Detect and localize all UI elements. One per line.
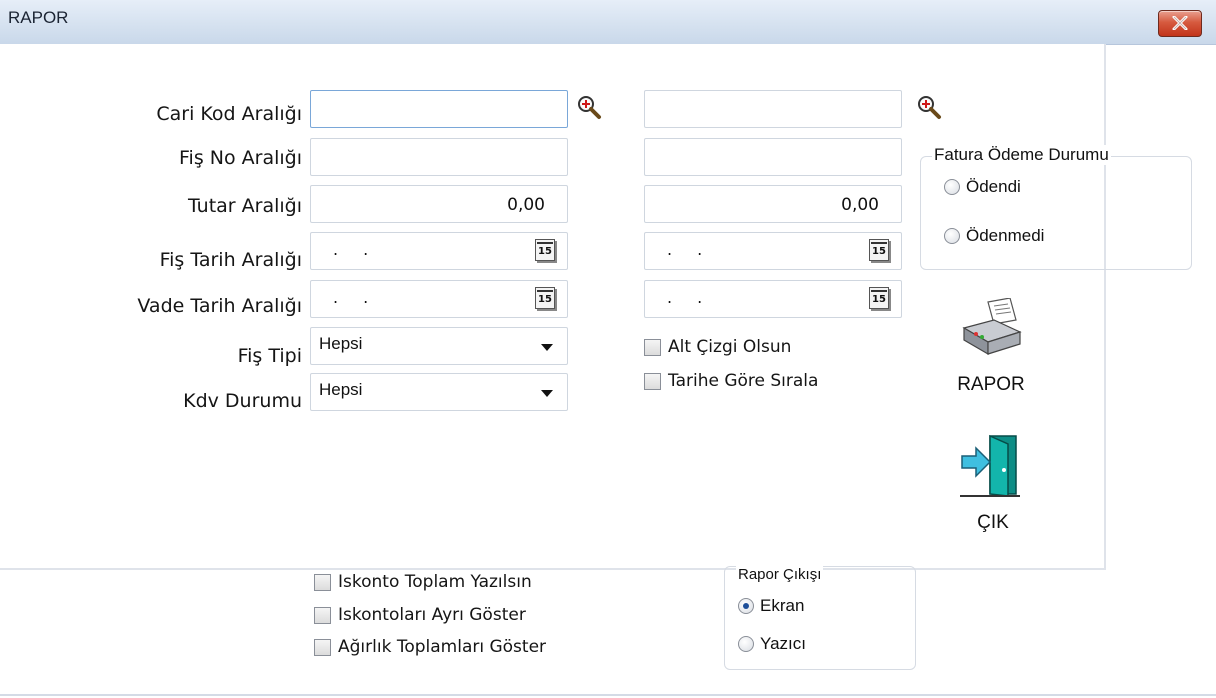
cari-kod-label: Cari Kod Aralığı: [156, 103, 302, 125]
iskonto-ayri-checkbox[interactable]: Iskontoları Ayrı Göster: [314, 605, 634, 629]
window-title: RAPOR: [8, 8, 69, 27]
calendar-icon[interactable]: 15: [535, 239, 555, 261]
calendar-icon[interactable]: 15: [535, 287, 555, 309]
agirlik-checkbox[interactable]: Ağırlık Toplamları Göster: [314, 637, 644, 661]
rapor-cikisi-title: Rapor Çıkışı: [736, 566, 824, 583]
calendar-icon[interactable]: 15: [869, 239, 889, 261]
chevron-down-icon: [541, 390, 553, 397]
radio-button[interactable]: [738, 598, 754, 614]
checkbox-box[interactable]: [314, 607, 331, 624]
title-bar: RAPOR: [0, 0, 1216, 45]
vade-tarih-label: Vade Tarih Aralığı: [137, 295, 302, 317]
close-button[interactable]: [1158, 10, 1202, 37]
calendar-icon[interactable]: 15: [869, 287, 889, 309]
bottom-divider: [0, 694, 1216, 696]
fis-no-to-input[interactable]: [644, 138, 902, 176]
checkbox-box[interactable]: [644, 339, 661, 356]
tarihe-gore-checkbox[interactable]: Tarihe Göre Sırala: [644, 371, 904, 395]
chevron-down-icon: [541, 344, 553, 351]
fis-no-label: Fiş No Aralığı: [179, 147, 302, 169]
vade-tarih-from-input[interactable]: . . 15: [310, 280, 568, 318]
fatura-odeme-title: Fatura Ödeme Durumu: [932, 145, 1111, 165]
tutar-from-input[interactable]: 0,00: [310, 185, 568, 223]
alt-cizgi-checkbox[interactable]: Alt Çizgi Olsun: [644, 337, 884, 361]
cari-kod-from-lookup-icon[interactable]: [576, 94, 602, 120]
yazici-radio[interactable]: Yazıcı: [738, 634, 858, 658]
cik-button[interactable]: ÇIK: [942, 432, 1042, 552]
radio-button[interactable]: [738, 636, 754, 652]
printer-icon: [962, 298, 1022, 356]
ekran-radio[interactable]: Ekran: [738, 596, 858, 620]
cari-kod-to-lookup-icon[interactable]: [916, 94, 942, 120]
cik-button-label: ÇIK: [977, 512, 1009, 533]
cari-kod-to-input[interactable]: [644, 90, 902, 128]
checkbox-box[interactable]: [644, 373, 661, 390]
radio-button[interactable]: [944, 179, 960, 195]
checkbox-box[interactable]: [314, 574, 331, 591]
iskonto-toplam-checkbox[interactable]: Iskonto Toplam Yazılsın: [314, 572, 634, 596]
rapor-button-label: RAPOR: [957, 374, 1025, 395]
checkbox-box[interactable]: [314, 639, 331, 656]
fatura-odeme-group: [920, 156, 1192, 270]
tutar-label: Tutar Aralığı: [187, 195, 302, 217]
vade-tarih-to-input[interactable]: . . 15: [644, 280, 902, 318]
exit-door-icon: [960, 434, 1020, 497]
cari-kod-from-input[interactable]: [310, 90, 568, 128]
fis-tarih-to-input[interactable]: . . 15: [644, 232, 902, 270]
fis-no-from-input[interactable]: [310, 138, 568, 176]
tutar-to-input[interactable]: 0,00: [644, 185, 902, 223]
close-icon: [1172, 16, 1188, 30]
odendi-radio[interactable]: Ödendi: [944, 177, 1084, 201]
fis-tipi-select[interactable]: Hepsi: [310, 327, 568, 365]
fis-tarih-from-input[interactable]: . . 15: [310, 232, 568, 270]
odenmedi-radio[interactable]: Ödenmedi: [944, 226, 1104, 250]
radio-button[interactable]: [944, 228, 960, 244]
kdv-durumu-label: Kdv Durumu: [183, 390, 302, 412]
rapor-button[interactable]: RAPOR: [942, 298, 1042, 402]
fis-tarih-label: Fiş Tarih Aralığı: [159, 249, 302, 271]
fis-tipi-label: Fiş Tipi: [237, 345, 302, 367]
kdv-durumu-select[interactable]: Hepsi: [310, 373, 568, 411]
